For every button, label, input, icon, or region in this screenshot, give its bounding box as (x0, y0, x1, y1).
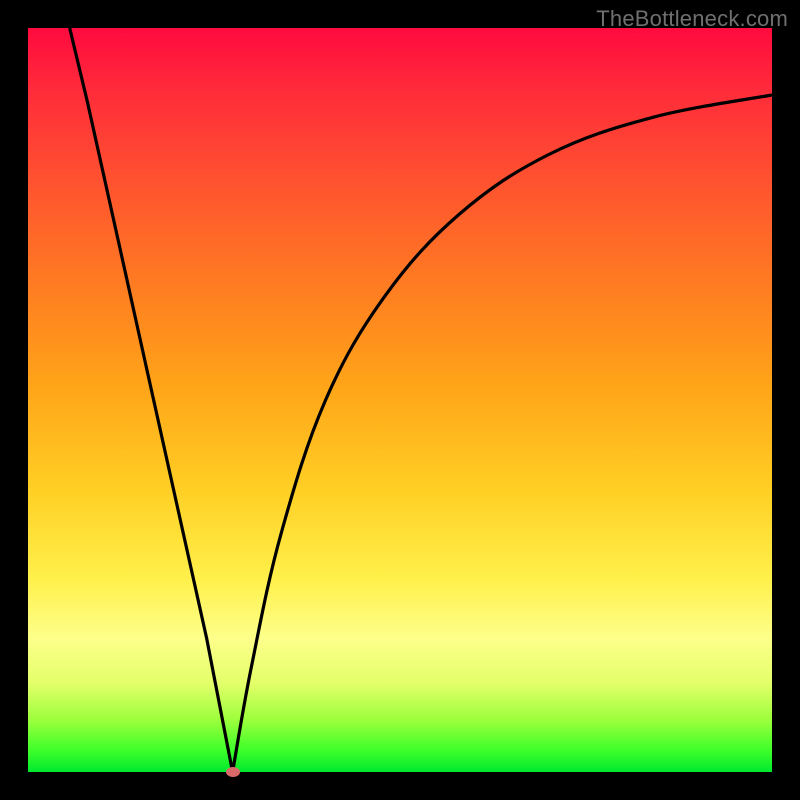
curve-left-descent (70, 28, 233, 772)
watermark-text: TheBottleneck.com (596, 6, 788, 32)
plot-area (28, 28, 772, 772)
curve-right-ascent (233, 95, 772, 772)
bottleneck-curve (28, 28, 772, 772)
minimum-marker (226, 767, 240, 777)
chart-frame: TheBottleneck.com (0, 0, 800, 800)
